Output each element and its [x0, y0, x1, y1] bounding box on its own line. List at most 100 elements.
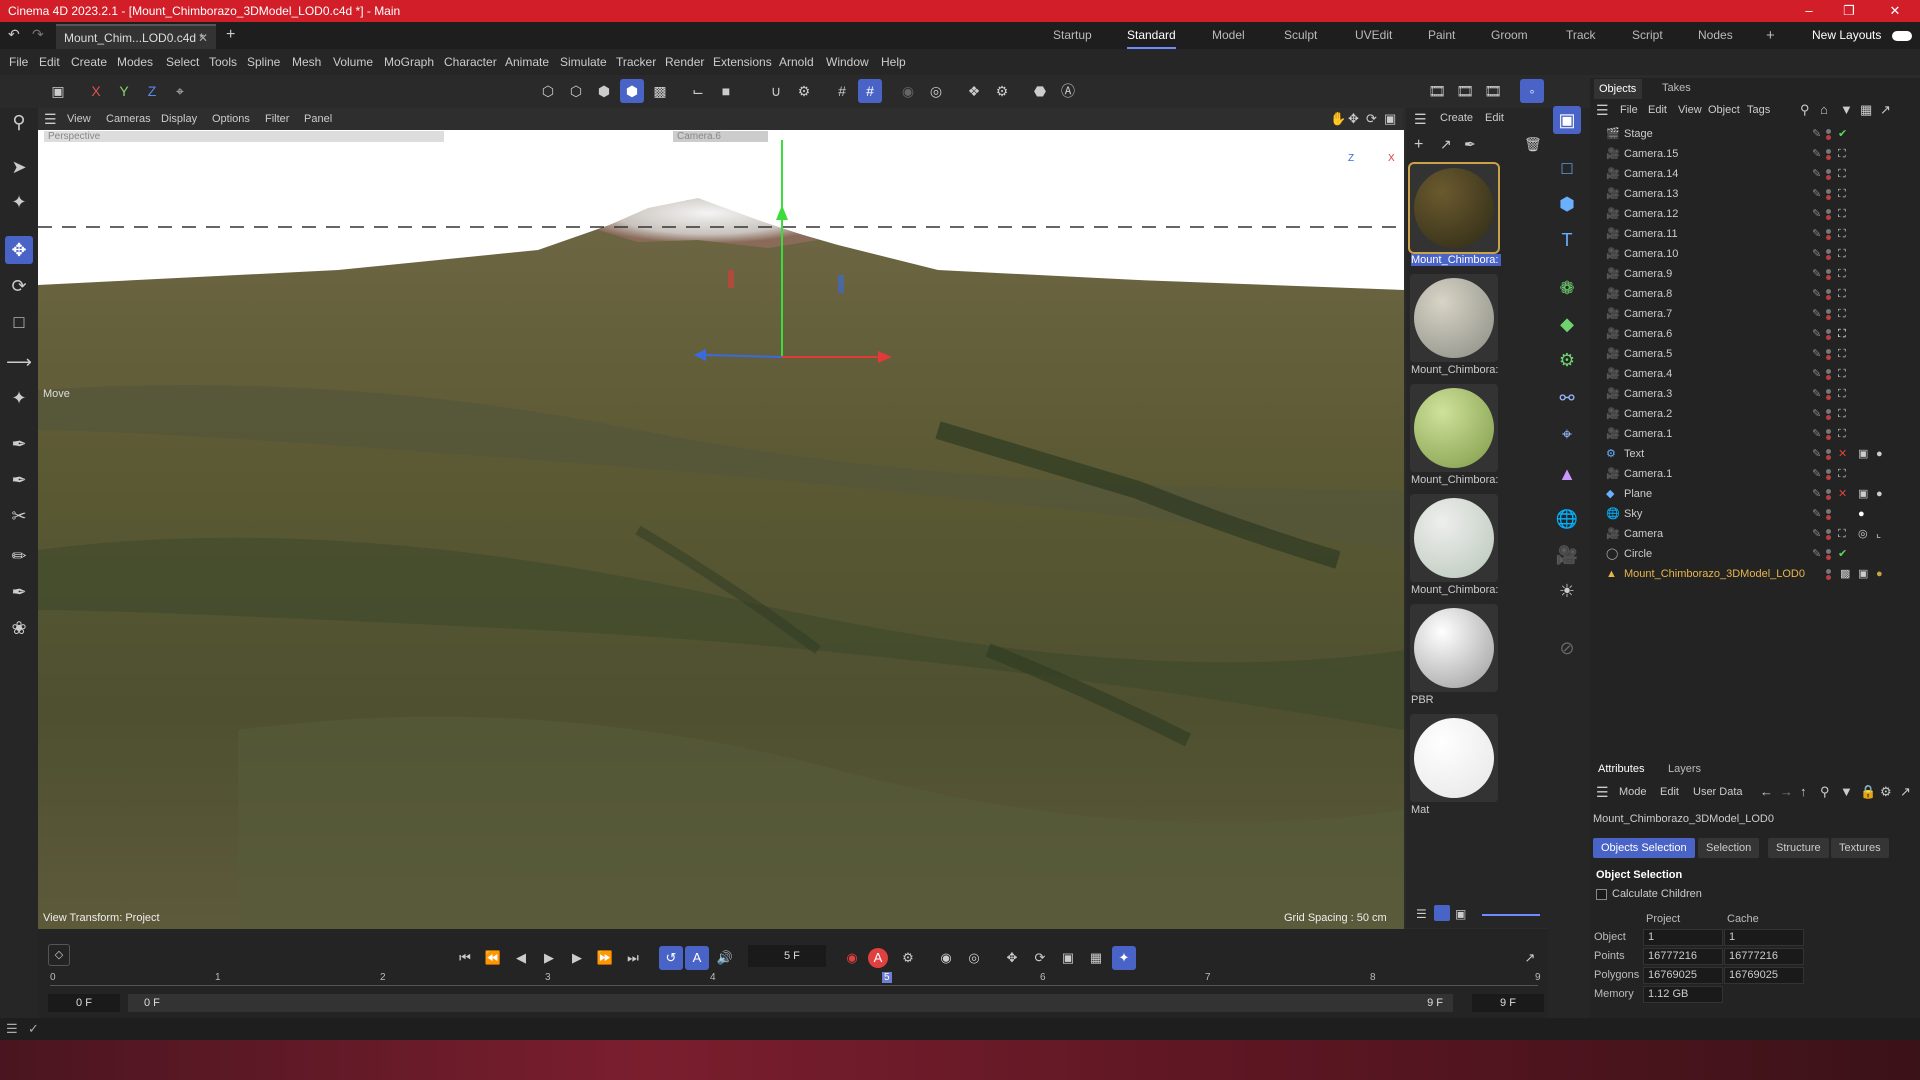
next-frame-icon[interactable]: ▶ [565, 946, 589, 970]
snap-settings-icon[interactable]: ⚙ [792, 79, 816, 103]
attributes-menu-icon[interactable]: ☰ [1596, 784, 1609, 801]
material-tag-icon[interactable]: ▣ [1858, 564, 1868, 584]
move-tool-icon[interactable]: ✥ [5, 236, 33, 264]
list-view-icon[interactable]: ☰ [1416, 907, 1427, 921]
check-icon[interactable]: ✔ [1838, 124, 1847, 144]
edges-mode-icon[interactable]: ⬡ [564, 79, 588, 103]
render-to-picture-viewer-icon[interactable]: 🎞 [1481, 79, 1505, 103]
param-key-icon[interactable]: ⟳ [1028, 946, 1052, 970]
edit-icon[interactable]: ✎ [1812, 164, 1821, 184]
symmetry-icon[interactable]: ◉ [896, 79, 920, 103]
edit-icon[interactable]: ✎ [1812, 304, 1821, 324]
render-visibility-dot[interactable] [1826, 255, 1831, 260]
move-gizmo[interactable] [38, 130, 1404, 929]
new-attr-window-icon[interactable]: ↗ [1900, 784, 1911, 800]
editor-visibility-dot[interactable] [1826, 129, 1831, 134]
menu-mograph[interactable]: MoGraph [384, 49, 434, 75]
layout-paint[interactable]: Paint [1428, 22, 1455, 49]
render-visibility-dot[interactable] [1826, 195, 1831, 200]
editor-visibility-dot[interactable] [1826, 269, 1831, 274]
editor-visibility-dot[interactable] [1826, 189, 1831, 194]
current-frame-field[interactable]: 5 F [748, 945, 826, 967]
edit-icon[interactable]: ✎ [1812, 224, 1821, 244]
edit-icon[interactable]: ✎ [1812, 244, 1821, 264]
editor-visibility-dot[interactable] [1826, 569, 1831, 574]
filter-icon[interactable]: ▼ [1840, 102, 1853, 117]
keyframe-selection-icon[interactable]: ⚙ [896, 946, 920, 970]
pen-icon[interactable]: ✒ [5, 578, 33, 606]
editor-visibility-dot[interactable] [1826, 549, 1831, 554]
tweak-icon[interactable]: ✦ [5, 188, 33, 216]
locked-workplane-icon[interactable]: ◎ [924, 79, 948, 103]
document-tab[interactable]: Mount_Chim...LOD0.c4d * ✕ [56, 24, 216, 49]
sound-icon[interactable]: 🔊 [713, 946, 737, 970]
layout-standard[interactable]: Standard [1127, 22, 1176, 49]
keyframe-icon[interactable]: ◇ [48, 944, 70, 966]
menu-select[interactable]: Select [166, 49, 199, 75]
point-level-icon[interactable]: ▦ [1084, 946, 1108, 970]
end-frame-field[interactable]: 9 F [1472, 994, 1544, 1012]
render-visibility-dot[interactable] [1826, 335, 1831, 340]
previous-frame-icon[interactable]: ◀ [509, 946, 533, 970]
object-row-selected[interactable]: ▲ Mount_Chimborazo_3DModel_LOD0 ▩ ▣ ● [1590, 564, 1920, 584]
object-row[interactable]: 🎥 Camera.13 ✎ ⛶ [1590, 184, 1920, 204]
object-row[interactable]: 🎥 Camera.1 ✎ ⛶ [1590, 464, 1920, 484]
editor-visibility-dot[interactable] [1826, 169, 1831, 174]
camera-tag-icon[interactable]: ⛶ [1838, 244, 1846, 264]
camera-icon[interactable]: 🎥 [1553, 541, 1581, 569]
edit-icon[interactable]: ✎ [1812, 184, 1821, 204]
grid-view-icon[interactable] [1434, 905, 1450, 921]
cut-icon[interactable]: ✂ [5, 502, 33, 530]
editor-visibility-dot[interactable] [1826, 229, 1831, 234]
render-visibility-dot[interactable] [1826, 315, 1831, 320]
editor-visibility-dot[interactable] [1826, 429, 1831, 434]
editor-visibility-dot[interactable] [1826, 249, 1831, 254]
status-menu-icon[interactable]: ☰ [6, 1021, 18, 1037]
material-swatch[interactable] [1410, 274, 1498, 362]
camera-tag-icon[interactable]: ⛶ [1838, 404, 1846, 424]
editor-visibility-dot[interactable] [1826, 289, 1831, 294]
viewport-menu-cameras[interactable]: Cameras [106, 108, 151, 130]
menu-extensions[interactable]: Extensions [713, 49, 772, 75]
subtab-textures[interactable]: Textures [1831, 838, 1889, 858]
autokey-icon[interactable]: A [868, 948, 888, 968]
editor-visibility-dot[interactable] [1826, 389, 1831, 394]
play-icon[interactable]: ▶ [537, 946, 561, 970]
rectangle-icon[interactable]: □ [1553, 154, 1581, 182]
edit-icon[interactable]: ✎ [1812, 404, 1821, 424]
start-frame-field[interactable]: 0 F [48, 994, 120, 1012]
material-menu-icon[interactable]: ☰ [1414, 111, 1427, 128]
forward-arrow-icon[interactable]: → [1780, 784, 1793, 799]
material-tag-icon[interactable]: ● [1876, 444, 1883, 464]
layout-model[interactable]: Model [1212, 22, 1245, 49]
object-row[interactable]: 🎥 Camera.1 ✎ ⛶ [1590, 424, 1920, 444]
cloner-icon[interactable]: ❁ [1553, 274, 1581, 302]
mirror-settings-icon[interactable]: ⚙ [990, 79, 1014, 103]
edit-icon[interactable]: ✎ [1812, 544, 1821, 564]
render-visibility-dot[interactable] [1826, 155, 1831, 160]
object-row[interactable]: 🎬 Stage ✎ ✔ [1590, 124, 1920, 144]
object-row[interactable]: 🎥 Camera.10 ✎ ⛶ [1590, 244, 1920, 264]
menu-file[interactable]: File [9, 49, 28, 75]
render-visibility-dot[interactable] [1826, 455, 1831, 460]
active-camera-tag-icon[interactable]: ⛶ [1838, 324, 1846, 344]
camera-tag-icon[interactable]: ⛶ [1838, 184, 1846, 204]
render-visibility-dot[interactable] [1826, 295, 1831, 300]
add-layout-icon[interactable]: + [1766, 22, 1775, 49]
object-row[interactable]: 🎥 Camera.11 ✎ ⛶ [1590, 224, 1920, 244]
camera-tag-icon[interactable]: ⛶ [1838, 384, 1846, 404]
layout-icon[interactable]: ▦ [1860, 102, 1872, 118]
attributes-menu-user-data[interactable]: User Data [1693, 786, 1743, 798]
render-visibility-dot[interactable] [1826, 215, 1831, 220]
editor-visibility-dot[interactable] [1826, 529, 1831, 534]
edit-icon[interactable]: ✎ [1812, 264, 1821, 284]
material-menu-create[interactable]: Create [1440, 112, 1473, 124]
attributes-menu-edit[interactable]: Edit [1660, 786, 1679, 798]
edit-icon[interactable]: ✎ [1812, 124, 1821, 144]
search-objects-icon[interactable]: ⚲ [1800, 102, 1810, 118]
preview-size-slider[interactable] [1482, 914, 1540, 916]
object-row[interactable]: 🎥 Camera.3 ✎ ⛶ [1590, 384, 1920, 404]
redshift-icon[interactable]: ◦ [1520, 79, 1544, 103]
rotation-key-icon[interactable]: ◎ [962, 946, 986, 970]
coordinate-system-icon[interactable]: ⌖ [168, 79, 192, 103]
